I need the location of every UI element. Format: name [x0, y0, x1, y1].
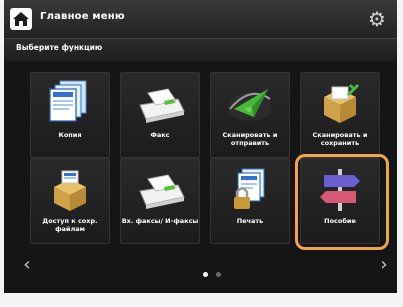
- subheader-label: Выберите функцию: [16, 43, 103, 52]
- page-dot-inactive: [216, 272, 222, 277]
- stored-files-label: Доступ к сохр. файлам: [42, 217, 98, 233]
- copy-tile[interactable]: Копия: [30, 72, 110, 158]
- home-button[interactable]: [10, 8, 32, 30]
- scan-send-tile[interactable]: Сканировать и отправить: [210, 72, 290, 158]
- subheader: Выберите функцию: [4, 39, 397, 61]
- prev-page-button[interactable]: ‹: [20, 256, 34, 274]
- fax-label: Факс: [150, 131, 170, 139]
- stored-files-icon: [54, 170, 86, 211]
- screen: Главное меню ⚙ Выберите функцию Копия Фа…: [4, 0, 397, 293]
- copy-icon: [49, 80, 87, 122]
- scan-save-label: Сканировать и сохранить: [312, 131, 368, 147]
- scan-send-label: Сканировать и отправить: [222, 131, 278, 147]
- incoming-fax-icon: [139, 174, 185, 209]
- incoming-fax-label: Вх. факсы/ И-факсы: [121, 217, 199, 225]
- fax-icon: [139, 88, 185, 123]
- function-grid: Копия Факс Сканировать и отправить Скани…: [4, 62, 397, 293]
- print-tile[interactable]: Печать: [210, 158, 290, 244]
- secure-print-icon: [234, 168, 265, 209]
- page-dot-active: [203, 272, 208, 277]
- settings-button[interactable]: ⚙: [365, 7, 389, 31]
- incoming-fax-tile[interactable]: Вх. факсы/ И-факсы: [120, 158, 200, 244]
- home-icon: [13, 12, 29, 26]
- page-title: Главное меню: [40, 11, 125, 22]
- chevron-right-icon: ›: [380, 254, 388, 275]
- folder-box-icon: [324, 83, 360, 123]
- fax-tile[interactable]: Факс: [120, 72, 200, 158]
- scan-save-tile[interactable]: Сканировать и сохранить: [300, 72, 380, 158]
- next-page-button[interactable]: ›: [377, 256, 391, 274]
- copy-label: Копия: [58, 131, 82, 139]
- paper-plane-icon: [228, 89, 272, 121]
- selection-highlight: [295, 154, 389, 250]
- chevron-left-icon: ‹: [23, 254, 31, 275]
- page-indicator: [203, 262, 224, 281]
- stored-files-tile[interactable]: Доступ к сохр. файлам: [30, 158, 110, 244]
- print-label: Печать: [236, 217, 264, 225]
- gear-icon: ⚙: [368, 7, 386, 31]
- top-bar: Главное меню ⚙: [4, 0, 397, 39]
